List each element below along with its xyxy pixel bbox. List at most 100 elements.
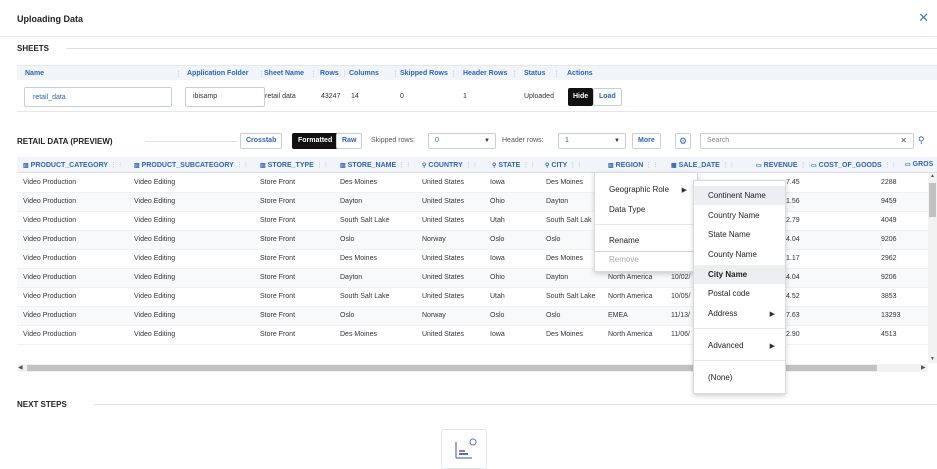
col-state[interactable]: ⚲ STATE ⋮ ⁝ — [492, 161, 533, 169]
hide-button[interactable]: Hide — [568, 88, 594, 106]
chevron-right-icon: ▶ — [681, 187, 687, 194]
col-region[interactable]: ▥ REGION ⋮ ⁝ — [608, 161, 656, 169]
table-cell: 1.56 — [786, 198, 800, 205]
table-cell: Dayton — [340, 274, 363, 281]
col-revenue[interactable]: ▭ REVENUE ⋮ ⁝ — [756, 161, 811, 169]
col-rows[interactable]: Rows — [320, 70, 339, 77]
col-cost-of-goods[interactable]: ▭ COST_OF_GOODS ⋮ ⁝ — [811, 161, 895, 169]
skipped-rows-label: Skipped rows: — [371, 137, 415, 144]
col-store-name[interactable]: ▥ STORE_NAME ⋮ ⁝ — [340, 161, 409, 169]
table-cell: Store Front — [260, 331, 296, 338]
col-app-folder[interactable]: Application Folder — [187, 70, 248, 77]
more-button[interactable]: More — [632, 133, 661, 149]
col-sheet-name[interactable]: Sheet Name — [264, 70, 304, 77]
vertical-scrollbar[interactable]: ▲ ▼ — [928, 173, 937, 363]
table-cell: Video Production — [23, 255, 77, 262]
search-icon[interactable]: ⚲ — [918, 133, 925, 149]
geo-icon: ⚲ — [492, 163, 497, 169]
formatted-button[interactable]: Formatted — [292, 133, 339, 149]
submenu-city-name[interactable]: City Name — [694, 265, 785, 284]
submenu-continent-name[interactable]: Continent Name — [694, 186, 785, 205]
sheet-row: retail_data ibisamp retail data 43247 14… — [17, 82, 937, 112]
submenu-county-name[interactable]: County Name — [694, 245, 785, 264]
sheet-name-field[interactable]: retail_data — [24, 87, 172, 107]
table-cell: Utah — [490, 293, 505, 300]
scroll-up-icon[interactable]: ▲ — [930, 173, 935, 179]
col-city[interactable]: ⚲ CITY ⋮ ⁝ — [545, 161, 581, 169]
table-cell: Video Production — [23, 312, 77, 319]
col-header-rows[interactable]: Header Rows — [463, 70, 507, 77]
table-cell: Iowa — [490, 331, 505, 338]
scroll-left-icon[interactable]: ◀ — [18, 364, 23, 371]
table-cell: 4.04 — [786, 236, 800, 243]
horizontal-scrollbar[interactable]: ◀ ▶ — [17, 364, 928, 372]
col-store-type[interactable]: ▥ STORE_TYPE ⋮ ⁝ — [260, 161, 327, 169]
scroll-right-icon[interactable]: ▶ — [921, 364, 926, 371]
table-cell: 7.45 — [786, 179, 800, 186]
table-cell: Iowa — [490, 255, 505, 262]
header-rows-select[interactable]: 1 ▼ — [558, 133, 626, 149]
scroll-down-icon[interactable]: ▼ — [930, 356, 935, 362]
table-cell: 10/05/ — [671, 293, 691, 300]
table-cell: Video Production — [23, 179, 77, 186]
search-input[interactable]: Search ✕ — [700, 133, 914, 149]
col-product-subcategory[interactable]: ▥ PRODUCT_SUBCATEGORY ⋮ ⁝ — [134, 161, 247, 169]
load-button[interactable]: Load — [593, 88, 622, 106]
table-cell: United States — [422, 217, 465, 224]
crosstab-button[interactable]: Crosstab — [240, 133, 283, 149]
skipped-rows-select[interactable]: 0 ▼ — [428, 133, 496, 149]
table-cell: Store Front — [260, 217, 296, 224]
table-cell: Video Editing — [134, 331, 176, 338]
table-cell: 2.79 — [786, 217, 800, 224]
submenu-state-name[interactable]: State Name — [694, 225, 785, 244]
dimension-icon: ▥ — [260, 163, 266, 169]
table-cell: North America — [608, 274, 653, 281]
col-product-category[interactable]: ▥ PRODUCT_CATEGORY ⋮ ⁝ — [23, 161, 121, 169]
table-cell: Video Production — [23, 274, 77, 281]
submenu-postal-code[interactable]: Postal code — [694, 284, 785, 303]
table-cell: Video Production — [23, 217, 77, 224]
sheet-name-value: retail data — [265, 93, 296, 100]
raw-button[interactable]: Raw — [336, 133, 363, 149]
table-row: Video Production Video Editing Store Front… — [17, 174, 928, 193]
col-name[interactable]: Name — [25, 70, 44, 77]
table-row: Video Production Video Editing Store Front… — [17, 193, 928, 212]
status-value: Uploaded — [524, 93, 554, 100]
scroll-thumb[interactable] — [929, 183, 936, 217]
submenu-none[interactable]: (None) — [694, 368, 785, 387]
close-icon[interactable]: ✕ — [918, 10, 929, 26]
table-cell: Video Editing — [134, 255, 176, 262]
clear-search-icon[interactable]: ✕ — [900, 134, 907, 148]
submenu-country-name[interactable]: Country Name — [694, 206, 785, 225]
col-columns[interactable]: Columns — [349, 70, 379, 77]
menu-data-type[interactable]: Data Type — [609, 205, 645, 214]
next-steps-title: NEXT STEPS — [17, 400, 67, 409]
dimension-icon: ▥ — [134, 163, 140, 169]
menu-rename[interactable]: Rename — [609, 236, 639, 245]
col-country[interactable]: ⚲ COUNTRY ⋮ ⁝ — [422, 161, 476, 169]
preview-section-title: RETAIL DATA (PREVIEW) — [17, 137, 113, 146]
chevron-down-icon: ▼ — [614, 138, 620, 144]
table-cell: North America — [608, 331, 653, 338]
table-cell: South Salt Lake — [546, 293, 596, 300]
col-gros[interactable]: ▭ GROS — [905, 161, 933, 168]
measure-icon: ▭ — [811, 163, 817, 169]
table-cell: Des Moines — [546, 255, 583, 262]
col-skipped-rows[interactable]: Skipped Rows — [400, 70, 448, 77]
table-cell: Norway — [422, 312, 446, 319]
col-status[interactable]: Status — [524, 70, 545, 77]
table-cell: Ohio — [490, 274, 505, 281]
table-cell: 2.90 — [786, 331, 800, 338]
gear-icon[interactable]: ⚙ — [675, 133, 691, 149]
next-step-card[interactable] — [441, 429, 487, 469]
col-sale-date[interactable]: ▦ SALE_DATE ⋮ ⁝ — [671, 161, 733, 169]
header-rows-value: 1 — [463, 93, 467, 100]
menu-geographic-role[interactable]: Geographic Role — [609, 185, 669, 194]
chevron-down-icon: ▼ — [484, 138, 490, 144]
column-context-menu: Geographic Role ▶ Data Type Rename — [594, 172, 699, 252]
table-cell: Store Front — [260, 274, 296, 281]
table-cell: South Salt Lake — [340, 217, 390, 224]
table-cell: Video Editing — [134, 274, 176, 281]
table-cell: 4.04 — [786, 274, 800, 281]
table-cell: 11/13/ — [671, 312, 690, 319]
